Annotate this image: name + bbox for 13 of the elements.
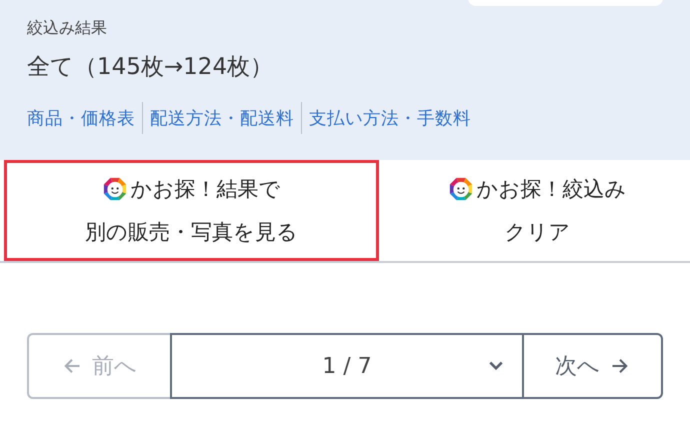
info-link[interactable]: 支払い方法・手数料 <box>307 106 473 130</box>
arrow-left-icon <box>62 356 82 376</box>
face-search-button[interactable]: かお探！結果で 別の販売・写真を見る <box>4 160 379 261</box>
filter-summary: 全て（145枚→124枚） <box>27 53 274 82</box>
info-link[interactable]: 商品・価格表 <box>27 106 137 130</box>
smiley-icon <box>102 177 126 201</box>
smiley-icon <box>448 177 472 201</box>
info-link[interactable]: 配送方法・配送料 <box>148 106 296 130</box>
filter-label: 絞込み結果 <box>27 18 108 38</box>
arrow-right-icon <box>610 356 630 376</box>
next-button[interactable]: 次へ <box>522 333 663 399</box>
chevron-down-icon <box>488 360 504 372</box>
page-select[interactable]: 1 / 7 <box>170 333 524 399</box>
